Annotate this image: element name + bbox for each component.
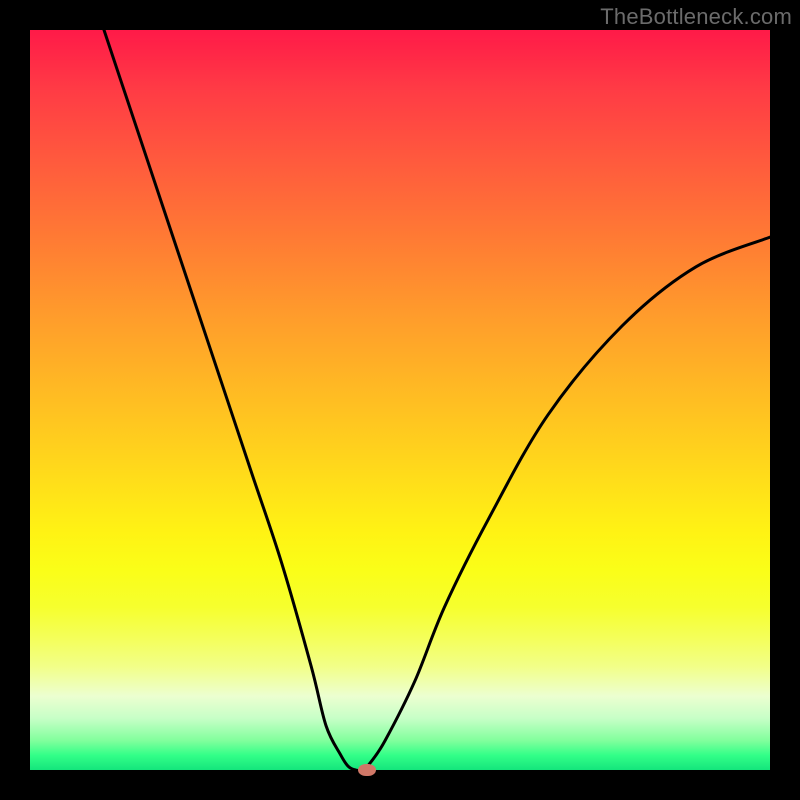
- bottleneck-curve-path: [104, 30, 770, 770]
- curve-svg: [30, 30, 770, 770]
- plot-area: [30, 30, 770, 770]
- optimal-point-marker: [358, 764, 376, 776]
- chart-frame: TheBottleneck.com: [0, 0, 800, 800]
- watermark-text: TheBottleneck.com: [600, 4, 792, 30]
